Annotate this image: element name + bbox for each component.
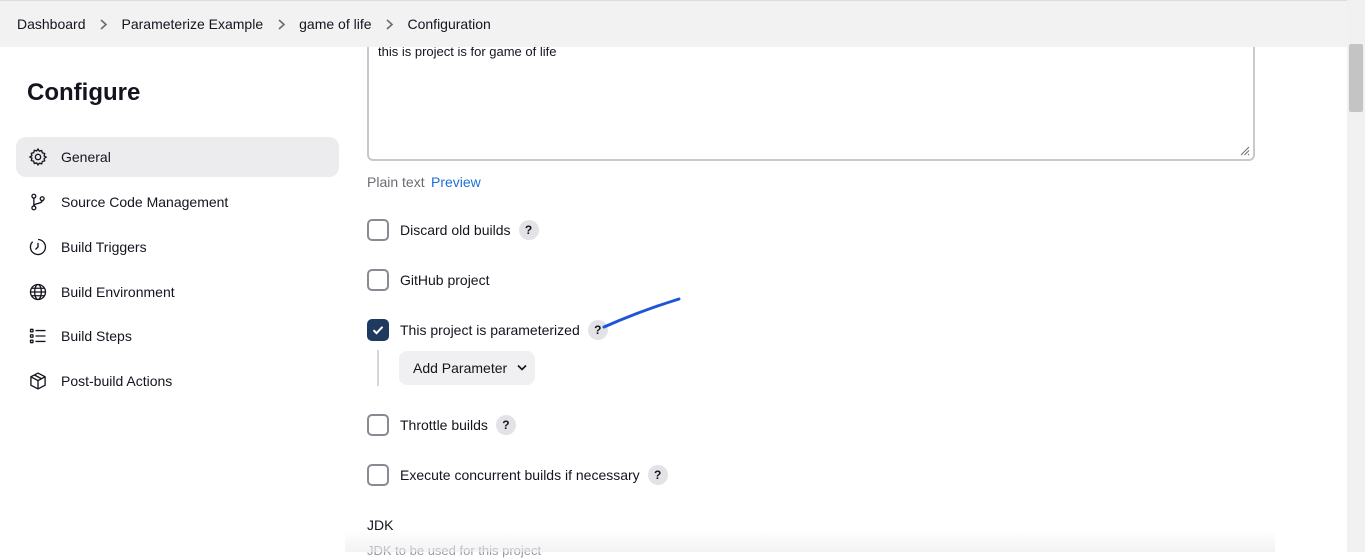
branch-icon — [31, 193, 45, 211]
package-icon — [30, 372, 46, 390]
breadcrumb: Dashboard Parameterize Example game of l… — [0, 0, 1347, 47]
parameterized-label[interactable]: This project is parameterized — [400, 322, 580, 338]
sidebar-item-source-code-management[interactable]: Source Code Management — [16, 182, 339, 222]
help-icon[interactable]: ? — [647, 465, 668, 485]
help-icon[interactable]: ? — [518, 220, 539, 240]
breadcrumb-project-folder[interactable]: Parameterize Example — [122, 16, 264, 32]
description-textarea[interactable]: this is project is for game of life — [367, 28, 1255, 161]
option-throttle-builds: Throttle builds ? — [367, 414, 516, 436]
globe-icon — [29, 283, 47, 301]
scrollbar-thumb[interactable] — [1349, 44, 1363, 112]
sidebar-item-label: Post-build Actions — [61, 373, 173, 389]
add-parameter-label: Add Parameter — [413, 360, 508, 376]
throttle-builds-checkbox[interactable] — [367, 414, 389, 436]
option-concurrent-builds: Execute concurrent builds if necessary ? — [367, 464, 668, 486]
jdk-label: JDK — [367, 517, 394, 533]
sidebar-item-post-build-actions[interactable]: Post-build Actions — [16, 361, 339, 401]
add-parameter-button[interactable]: Add Parameter — [399, 351, 535, 385]
option-parameterized: This project is parameterized ? — [367, 319, 608, 341]
parameterized-checkbox[interactable] — [367, 319, 389, 341]
discard-old-builds-checkbox[interactable] — [367, 219, 389, 241]
resize-handle-icon[interactable] — [1240, 146, 1250, 156]
sidebar-item-label: General — [61, 149, 111, 165]
option-github-project: GitHub project — [367, 269, 489, 291]
breadcrumb-job[interactable]: game of life — [299, 16, 371, 32]
option-discard-old-builds: Discard old builds ? — [367, 219, 539, 241]
list-icon — [29, 328, 46, 344]
checkmark-icon — [372, 326, 384, 335]
help-icon[interactable]: ? — [587, 320, 608, 340]
sidebar-item-label: Build Environment — [61, 284, 175, 300]
breadcrumb-dashboard[interactable]: Dashboard — [17, 16, 86, 32]
sidebar-item-label: Build Triggers — [61, 239, 147, 255]
sidebar-item-label: Source Code Management — [61, 194, 229, 210]
jdk-description: JDK to be used for this project — [367, 543, 542, 558]
github-project-checkbox[interactable] — [367, 269, 389, 291]
sidebar-item-general[interactable]: General — [16, 137, 339, 177]
gear-icon — [28, 147, 48, 167]
nested-section-indicator — [377, 350, 379, 386]
chevron-right-icon — [263, 18, 299, 30]
help-icon[interactable]: ? — [495, 415, 516, 435]
sidebar-item-build-environment[interactable]: Build Environment — [16, 272, 339, 312]
chevron-right-icon — [86, 18, 122, 30]
throttle-builds-label[interactable]: Throttle builds — [400, 417, 488, 433]
sidebar-item-build-steps[interactable]: Build Steps — [16, 316, 339, 356]
breadcrumb-configuration[interactable]: Configuration — [408, 16, 491, 32]
discard-old-builds-label[interactable]: Discard old builds — [400, 222, 511, 238]
concurrent-builds-label[interactable]: Execute concurrent builds if necessary — [400, 467, 640, 483]
plain-text-label: Plain text — [367, 174, 425, 190]
page-title: Configure — [27, 79, 141, 106]
chevron-down-icon — [517, 364, 527, 371]
chevron-right-icon — [372, 18, 408, 30]
preview-link[interactable]: Preview — [431, 174, 481, 190]
github-project-label[interactable]: GitHub project — [400, 272, 489, 288]
sidebar-item-label: Build Steps — [61, 328, 132, 344]
vertical-scrollbar[interactable] — [1347, 0, 1365, 552]
clock-icon — [29, 238, 47, 256]
concurrent-builds-checkbox[interactable] — [367, 464, 389, 486]
sidebar-item-build-triggers[interactable]: Build Triggers — [16, 227, 339, 267]
